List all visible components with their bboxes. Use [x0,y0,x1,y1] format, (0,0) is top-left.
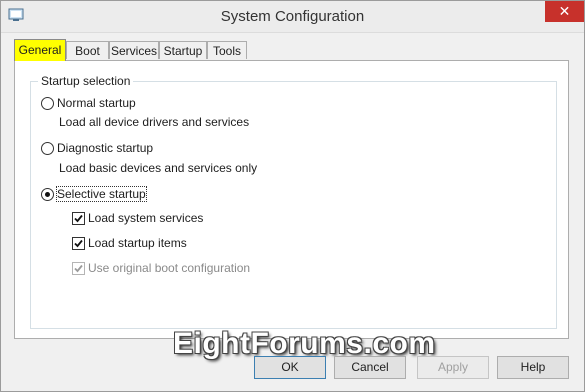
help-button[interactable]: Help [497,356,569,379]
use-original-boot-configuration-option: Use original boot configuration [72,261,250,275]
close-button[interactable]: ✕ [545,1,584,22]
use-original-boot-configuration-checkbox [72,261,85,275]
checkmark-icon [74,214,83,222]
tab-general[interactable]: General [14,39,66,61]
window-title: System Configuration [220,8,365,25]
ok-button[interactable]: OK [254,356,326,379]
diagnostic-startup-option[interactable]: Diagnostic startup [41,141,153,155]
selective-startup-radio[interactable] [41,187,54,201]
system-configuration-window: System Configuration ✕ General Boot Serv… [0,0,585,392]
load-startup-items-checkbox[interactable] [72,236,85,250]
normal-startup-radio[interactable] [41,96,54,110]
normal-startup-option[interactable]: Normal startup [41,96,136,110]
load-system-services-checkbox[interactable] [72,211,85,225]
normal-startup-description: Load all device drivers and services [59,115,250,129]
use-original-boot-configuration-label: Use original boot configuration [88,261,251,275]
diagnostic-startup-radio[interactable] [41,141,54,155]
startup-selection-legend: Startup selection [38,74,134,88]
load-startup-items-option[interactable]: Load startup items [72,236,187,250]
general-tab-panel: Startup selection Normal startup Load al… [14,60,569,339]
load-system-services-option[interactable]: Load system services [72,211,203,225]
checkmark-icon [74,264,83,272]
apply-button: Apply [417,356,489,379]
close-icon: ✕ [558,3,571,19]
tab-startup[interactable]: Startup [159,41,207,59]
title-bar[interactable]: System Configuration ✕ [1,1,584,33]
selective-startup-option[interactable]: Selective startup [41,186,147,202]
load-system-services-label[interactable]: Load system services [88,211,203,225]
cancel-button[interactable]: Cancel [334,356,406,379]
tab-boot[interactable]: Boot [66,41,109,59]
diagnostic-startup-label[interactable]: Diagnostic startup [57,141,153,155]
load-startup-items-label[interactable]: Load startup items [88,236,187,250]
startup-selection-group: Startup selection Normal startup Load al… [30,74,557,329]
tab-services[interactable]: Services [109,41,159,59]
tab-tools[interactable]: Tools [207,41,247,59]
diagnostic-startup-description: Load basic devices and services only [59,161,258,175]
normal-startup-label[interactable]: Normal startup [57,96,136,110]
selective-startup-label[interactable]: Selective startup [56,186,147,202]
checkmark-icon [74,239,83,247]
